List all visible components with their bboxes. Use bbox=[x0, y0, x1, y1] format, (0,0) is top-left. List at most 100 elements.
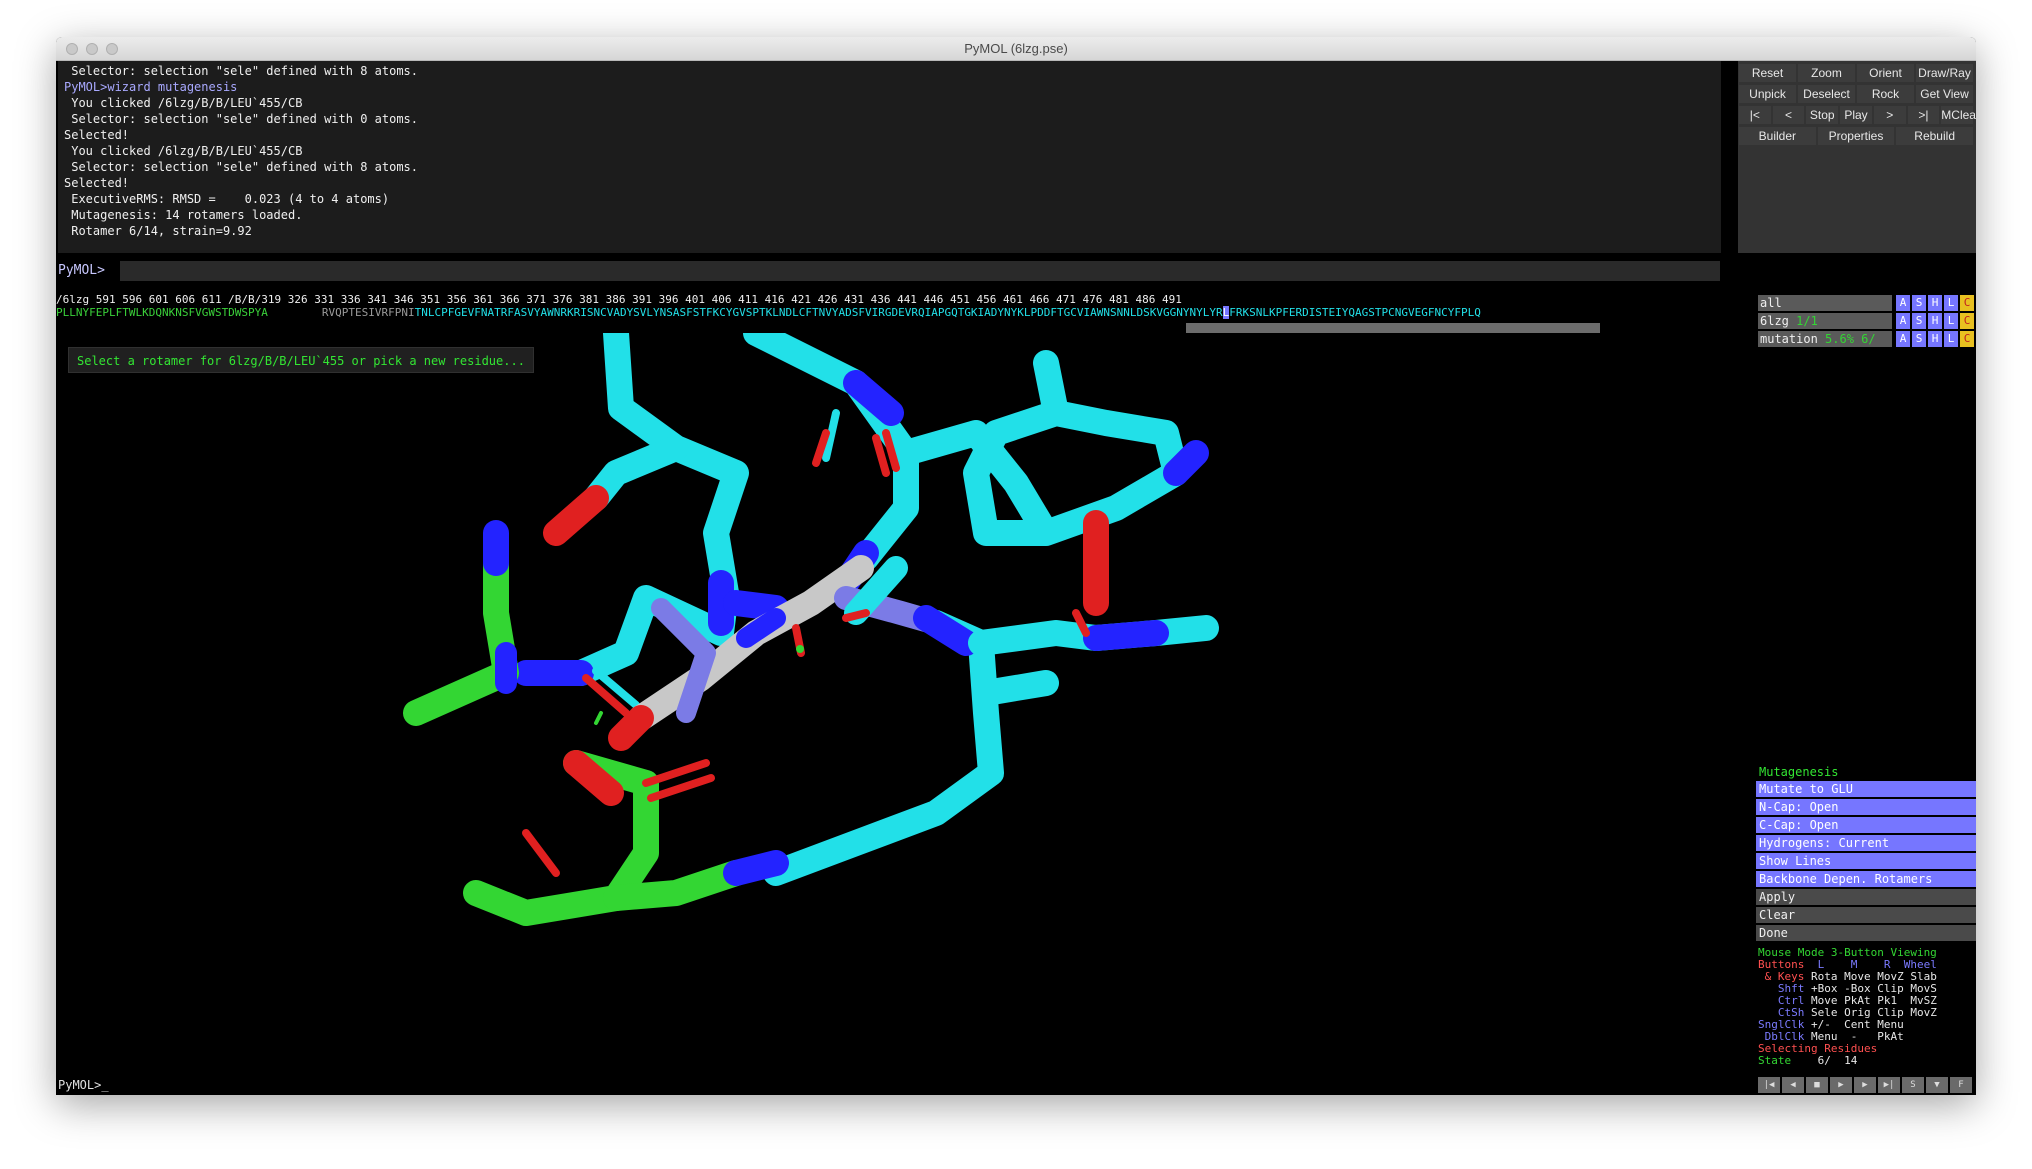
control-button-builder[interactable]: Builder bbox=[1739, 127, 1816, 145]
control-button--[interactable]: |< bbox=[1739, 106, 1771, 124]
contact-point bbox=[796, 645, 804, 653]
control-button--[interactable]: < bbox=[1772, 106, 1805, 124]
wizard-action-hydrogens-current[interactable]: Hydrogens: Current bbox=[1756, 835, 1976, 851]
command-input[interactable] bbox=[120, 261, 1720, 281]
object-control-panel: all A S H L C 6lzg 1/1 A S H L Cmutation 5.6% 6/A S H… bbox=[1756, 293, 1976, 1095]
object-s-button[interactable]: S bbox=[1912, 313, 1926, 329]
transport-button-5[interactable]: ▶| bbox=[1878, 1077, 1900, 1093]
object-name[interactable]: 6lzg 1/1 bbox=[1758, 313, 1892, 329]
transport-button-8[interactable]: F bbox=[1950, 1077, 1972, 1093]
console-line: Rotamer 6/14, strain=9.92 bbox=[64, 224, 252, 238]
control-button-orient[interactable]: Orient bbox=[1857, 64, 1914, 82]
object-state: 5.6% 6/ bbox=[1817, 332, 1876, 346]
object-label: mutation bbox=[1760, 332, 1818, 346]
sequence-viewer[interactable]: /6lzg 591 596 601 606 611 /B/B/319 326 3… bbox=[56, 293, 1756, 319]
green-nitrogen-c bbox=[723, 850, 789, 886]
console-line: Selector: selection "sele" defined with … bbox=[64, 160, 419, 174]
object-h-button[interactable]: H bbox=[1928, 295, 1942, 311]
movie-transport-controls: |◀ ◀ ■ ▶ ▶ ▶| S ▼ F bbox=[1758, 1077, 1976, 1095]
object-c-button[interactable]: C bbox=[1960, 313, 1974, 329]
transport-button-1[interactable]: ◀ bbox=[1782, 1077, 1804, 1093]
window-title: PyMOL (6lzg.pse) bbox=[964, 41, 1068, 56]
console-line: You clicked /6lzg/B/B/LEU`455/CB bbox=[64, 144, 303, 158]
sequence-residues-chain-b-start[interactable]: TNLCPFGEVFNATRFASVYAWNRKRISNCVADYSVLYNSA… bbox=[415, 306, 1223, 319]
console-line: Selected! bbox=[64, 128, 130, 142]
mutated-oxygen bbox=[608, 705, 654, 751]
object-name[interactable]: mutation 5.6% 6/ bbox=[1758, 331, 1892, 347]
cyan-methyl bbox=[1033, 350, 1069, 426]
object-a-button[interactable]: A bbox=[1896, 295, 1910, 311]
transport-button-3[interactable]: ▶ bbox=[1830, 1077, 1852, 1093]
control-button-play[interactable]: Play bbox=[1840, 106, 1872, 124]
object-c-button[interactable]: C bbox=[1960, 331, 1974, 347]
control-button-grid: Reset Zoom Orient Draw/Ray Unpick Deselect Roc… bbox=[1738, 61, 1976, 253]
control-button--[interactable]: >| bbox=[1907, 106, 1940, 124]
object-name[interactable]: all bbox=[1758, 295, 1892, 311]
control-button-zoom[interactable]: Zoom bbox=[1798, 64, 1855, 82]
transport-button-6[interactable]: S bbox=[1902, 1077, 1924, 1093]
object-state: 1/1 bbox=[1788, 314, 1818, 328]
object-l-button[interactable]: L bbox=[1944, 313, 1958, 329]
output-console: Selector: selection "sele" defined with … bbox=[58, 61, 1721, 253]
object-h-button[interactable]: H bbox=[1928, 331, 1942, 347]
object-s-button[interactable]: S bbox=[1912, 331, 1926, 347]
console-line: Selector: selection "sele" defined with … bbox=[64, 112, 419, 126]
wizard-done-button[interactable]: Done bbox=[1756, 925, 1976, 941]
control-button-draw-ray[interactable]: Draw/Ray bbox=[1916, 64, 1973, 82]
control-button-stop[interactable]: Stop bbox=[1806, 106, 1839, 124]
cyan-branch-down bbox=[973, 670, 1059, 706]
control-button-rebuild[interactable]: Rebuild bbox=[1896, 127, 1973, 145]
object-h-button[interactable]: H bbox=[1928, 313, 1942, 329]
control-button-unpick[interactable]: Unpick bbox=[1739, 85, 1796, 103]
wizard-action-backbone-depen-rotamers[interactable]: Backbone Depen. Rotamers bbox=[1756, 871, 1976, 887]
object-a-button[interactable]: A bbox=[1896, 313, 1910, 329]
nitrogen-right bbox=[1083, 620, 1169, 651]
cyan-ring-right bbox=[893, 400, 1189, 546]
transport-button-7[interactable]: ▼ bbox=[1926, 1077, 1948, 1093]
molecule-viewport[interactable]: Select a rotamer for 6lzg/B/B/LEU`455 or… bbox=[56, 320, 1756, 1073]
control-button-deselect[interactable]: Deselect bbox=[1798, 85, 1855, 103]
console-line: PyMOL>wizard mutagenesis bbox=[64, 80, 238, 94]
control-button-reset[interactable]: Reset bbox=[1739, 64, 1796, 82]
sequence-numbers: /6lzg 591 596 601 606 611 /B/B/319 326 3… bbox=[56, 293, 1182, 306]
wizard-action-show-lines[interactable]: Show Lines bbox=[1756, 853, 1976, 869]
wizard-action-c-cap-open[interactable]: C-Cap: Open bbox=[1756, 817, 1976, 833]
object-l-button[interactable]: L bbox=[1944, 331, 1958, 347]
object-c-button[interactable]: C bbox=[1960, 295, 1974, 311]
wizard-clear-button[interactable]: Clear bbox=[1756, 907, 1976, 923]
object-row-6lzg[interactable]: 6lzg 1/1 A S H L C bbox=[1756, 313, 1976, 329]
control-button-rock[interactable]: Rock bbox=[1857, 85, 1914, 103]
object-s-button[interactable]: S bbox=[1912, 295, 1926, 311]
state-row: State 6/ 14 bbox=[1758, 1055, 1976, 1067]
state-value: 6/ 14 bbox=[1791, 1054, 1858, 1067]
sequence-residues-chain-a[interactable]: PLLNYFEPLFTWLKDQNKNSFVGWSTDWSPYA bbox=[56, 306, 268, 319]
transport-button-0[interactable]: |◀ bbox=[1758, 1077, 1780, 1093]
wizard-action-n-cap-open[interactable]: N-Cap: Open bbox=[1756, 799, 1976, 815]
sequence-residues-chain-b-end[interactable]: FRKSNLKPFERDISTEIYQAGSTPCNGVEGFNCYFPLQ bbox=[1229, 306, 1481, 319]
control-button-mclear[interactable]: MClear bbox=[1941, 106, 1976, 124]
console-line: You clicked /6lzg/B/B/LEU`455/CB bbox=[64, 96, 303, 110]
molecule-render[interactable] bbox=[56, 320, 1756, 1073]
sequence-residues-unresolved[interactable]: RVQPTESIVRFPNI bbox=[322, 306, 415, 319]
console-line: Selected! bbox=[64, 176, 130, 190]
transport-button-4[interactable]: ▶ bbox=[1854, 1077, 1876, 1093]
wizard-prompt-message: Select a rotamer for 6lzg/B/B/LEU`455 or… bbox=[68, 347, 534, 373]
cyan-residue-side bbox=[583, 435, 689, 511]
transport-button-2[interactable]: ■ bbox=[1806, 1077, 1828, 1093]
wizard-apply-button[interactable]: Apply bbox=[1756, 889, 1976, 905]
wizard-title: Mutagenesis bbox=[1759, 765, 1839, 779]
sequence-residues[interactable]: PLLNYFEPLFTWLKDQNKNSFVGWSTDWSPYA RVQPTESI… bbox=[56, 306, 1756, 319]
title-bar: PyMOL (6lzg.pse) bbox=[56, 37, 1976, 61]
object-row-mutation[interactable]: mutation 5.6% 6/A S H L C bbox=[1756, 331, 1976, 347]
bottom-prompt[interactable]: PyMOL>_ bbox=[56, 1075, 1756, 1095]
object-l-button[interactable]: L bbox=[1944, 295, 1958, 311]
control-button-properties[interactable]: Properties bbox=[1817, 127, 1895, 145]
sequence-scrollbar[interactable] bbox=[1186, 323, 1600, 333]
object-a-button[interactable]: A bbox=[1896, 331, 1910, 347]
wizard-action-mutate-to-glu[interactable]: Mutate to GLU bbox=[1756, 781, 1976, 797]
cyan-carbonyl-red bbox=[543, 485, 609, 546]
control-button-get-view[interactable]: Get View bbox=[1916, 85, 1973, 103]
control-button--[interactable]: > bbox=[1873, 106, 1906, 124]
console-line: Selector: selection "sele" defined with … bbox=[64, 64, 419, 78]
object-row-all[interactable]: all A S H L C bbox=[1756, 295, 1976, 311]
